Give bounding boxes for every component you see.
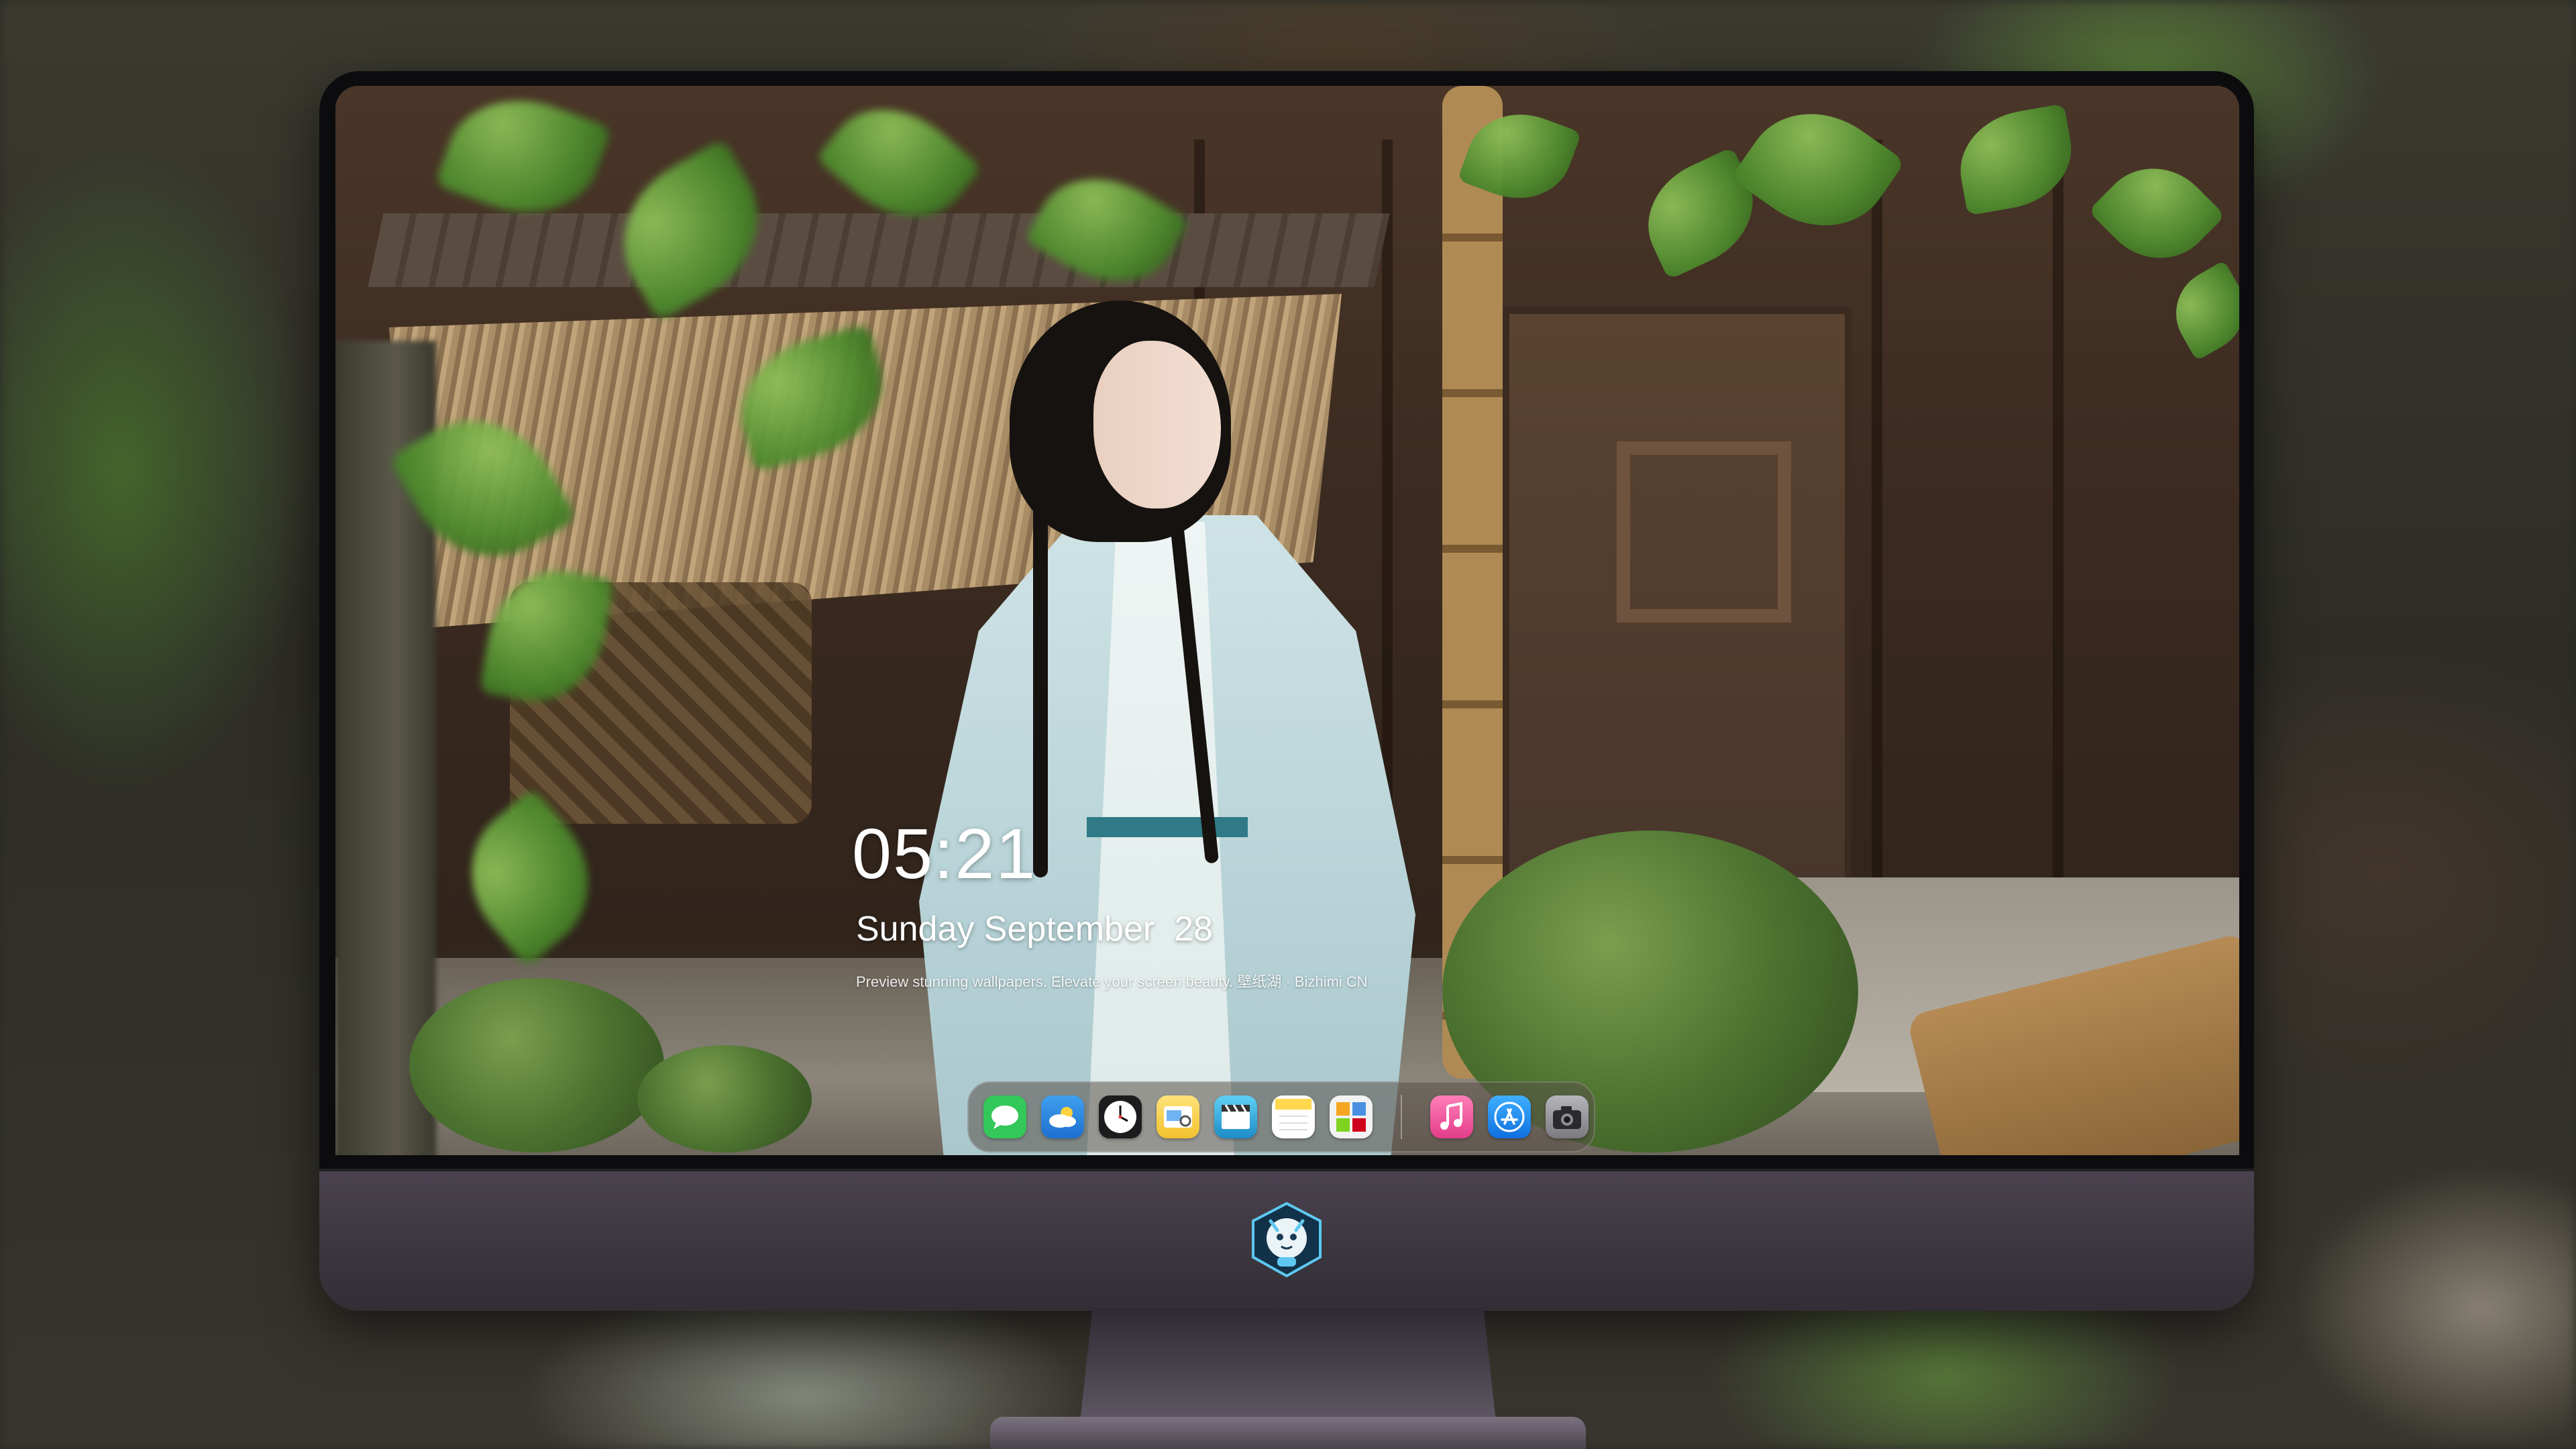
lock-screen-date: Sunday September 28 [856,910,1213,949]
wallpaper-door-window [1617,441,1791,623]
lock-screen[interactable]: 05:21 Sunday September 28 Preview stunni… [335,86,2239,1155]
monitor-stand-base [990,1417,1586,1449]
dock [967,1081,1595,1152]
app-store-icon[interactable] [1488,1095,1531,1138]
music-icon[interactable] [1430,1095,1473,1138]
wallpaper-roof [368,213,1390,287]
wallpaper-shrub [409,978,664,1152]
wallpaper-figure-sash [1087,817,1248,837]
photo-grid-icon[interactable] [1330,1095,1373,1138]
preview-icon[interactable] [1157,1095,1199,1138]
clock-icon[interactable] [1099,1095,1142,1138]
camera-icon[interactable] [1546,1095,1589,1138]
notes-icon[interactable] [1272,1095,1315,1138]
lock-screen-time: 05:21 [852,814,1037,894]
wall-plank [1872,140,1882,945]
wallpaper-tagline: Preview stunning wallpapers. Elevate you… [856,973,1368,990]
messages-icon[interactable] [983,1095,1026,1138]
wall-plank [2053,140,2063,945]
monitor-stand [1080,1308,1496,1422]
brand-mascot-icon [1248,1201,1326,1279]
clips-icon[interactable] [1214,1095,1257,1138]
weather-icon[interactable] [1041,1095,1084,1138]
dock-separator [1401,1095,1402,1139]
wallpaper-shrub [637,1045,812,1152]
